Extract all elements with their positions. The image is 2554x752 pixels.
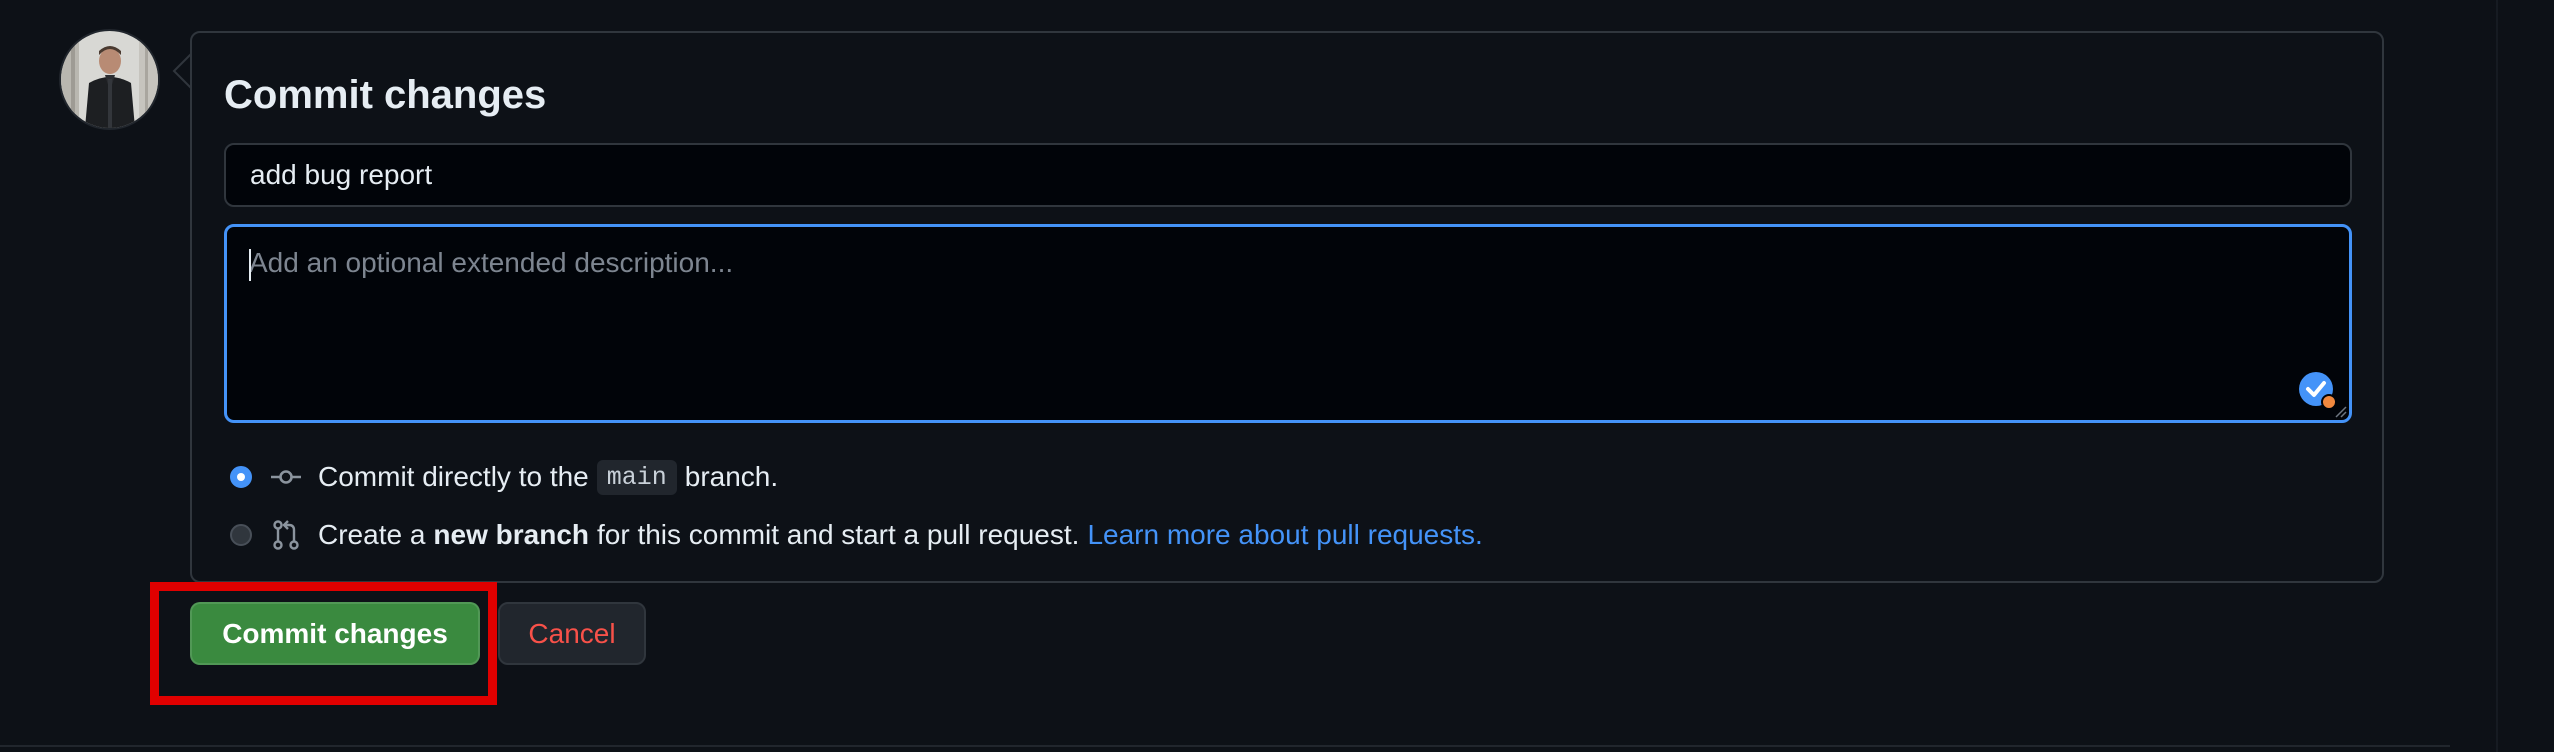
branch-name: main <box>596 459 677 495</box>
new-branch-bold: new branch <box>433 519 589 550</box>
right-divider <box>2496 0 2498 752</box>
commit-message-input[interactable] <box>224 143 2352 207</box>
commit-changes-page: Commit changes Commit directly to the ma… <box>0 0 2554 752</box>
direct-option-prefix: Commit directly to the <box>318 461 589 492</box>
commit-changes-button[interactable]: Commit changes <box>190 602 480 665</box>
direct-option-suffix: branch. <box>684 461 779 492</box>
resize-grip-icon[interactable] <box>2333 404 2347 418</box>
commit-direct-option[interactable]: Commit directly to the main branch. <box>230 457 778 497</box>
commit-panel: Commit changes Commit directly to the ma… <box>190 31 2384 583</box>
git-commit-icon <box>271 470 301 484</box>
commit-direct-radio[interactable] <box>230 466 252 488</box>
user-avatar[interactable] <box>61 31 158 128</box>
bottom-divider <box>0 745 2450 747</box>
description-textarea[interactable] <box>227 227 2349 420</box>
panel-title: Commit changes <box>224 73 547 117</box>
avatar-photo <box>61 31 158 128</box>
cancel-button[interactable]: Cancel <box>498 602 646 665</box>
text-caret <box>249 249 251 281</box>
learn-more-link[interactable]: Learn more about pull requests. <box>1087 519 1482 551</box>
description-field[interactable] <box>224 224 2352 423</box>
new-branch-option[interactable]: Create a new branch for this commit and … <box>230 515 1483 555</box>
new-branch-prefix: Create a <box>318 519 426 550</box>
new-branch-suffix: for this commit and start a pull request… <box>597 519 1080 550</box>
new-branch-radio[interactable] <box>230 524 252 546</box>
git-pull-request-icon <box>273 520 299 550</box>
